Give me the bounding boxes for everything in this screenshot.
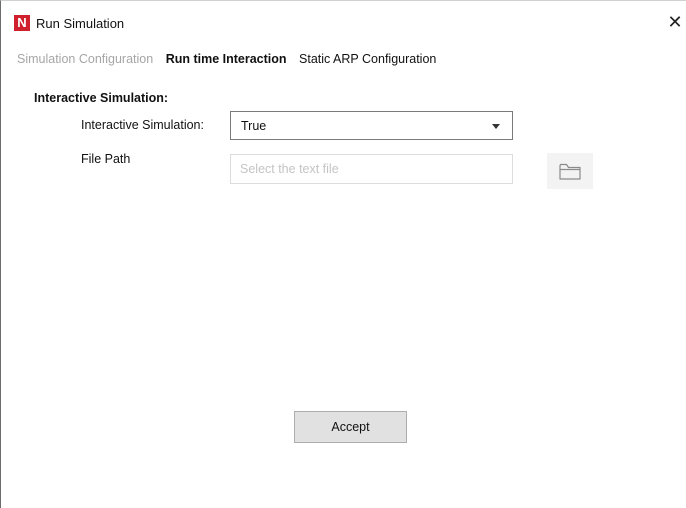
file-path-input[interactable] [230, 154, 513, 184]
app-logo-icon: N [14, 15, 30, 31]
tab-strip: Simulation Configuration Run time Intera… [17, 52, 445, 66]
interactive-simulation-label: Interactive Simulation: [81, 118, 204, 132]
folder-icon [559, 163, 581, 180]
accept-button[interactable]: Accept [294, 411, 407, 443]
file-path-label: File Path [81, 152, 131, 166]
title-bar: N Run Simulation ✕ [1, 1, 686, 37]
dropdown-selected-value: True [241, 119, 267, 133]
browse-folder-button[interactable] [547, 153, 593, 189]
tab-static-arp-configuration[interactable]: Static ARP Configuration [299, 52, 436, 66]
run-simulation-window: N Run Simulation ✕ Simulation Configurat… [0, 0, 686, 508]
close-button[interactable]: ✕ [665, 12, 685, 32]
window-title: Run Simulation [36, 16, 125, 31]
tab-run-time-interaction[interactable]: Run time Interaction [166, 52, 287, 66]
interactive-simulation-dropdown[interactable]: True [230, 111, 513, 140]
section-heading: Interactive Simulation: [34, 91, 169, 105]
tab-simulation-configuration[interactable]: Simulation Configuration [17, 52, 153, 66]
chevron-down-icon [492, 124, 500, 129]
